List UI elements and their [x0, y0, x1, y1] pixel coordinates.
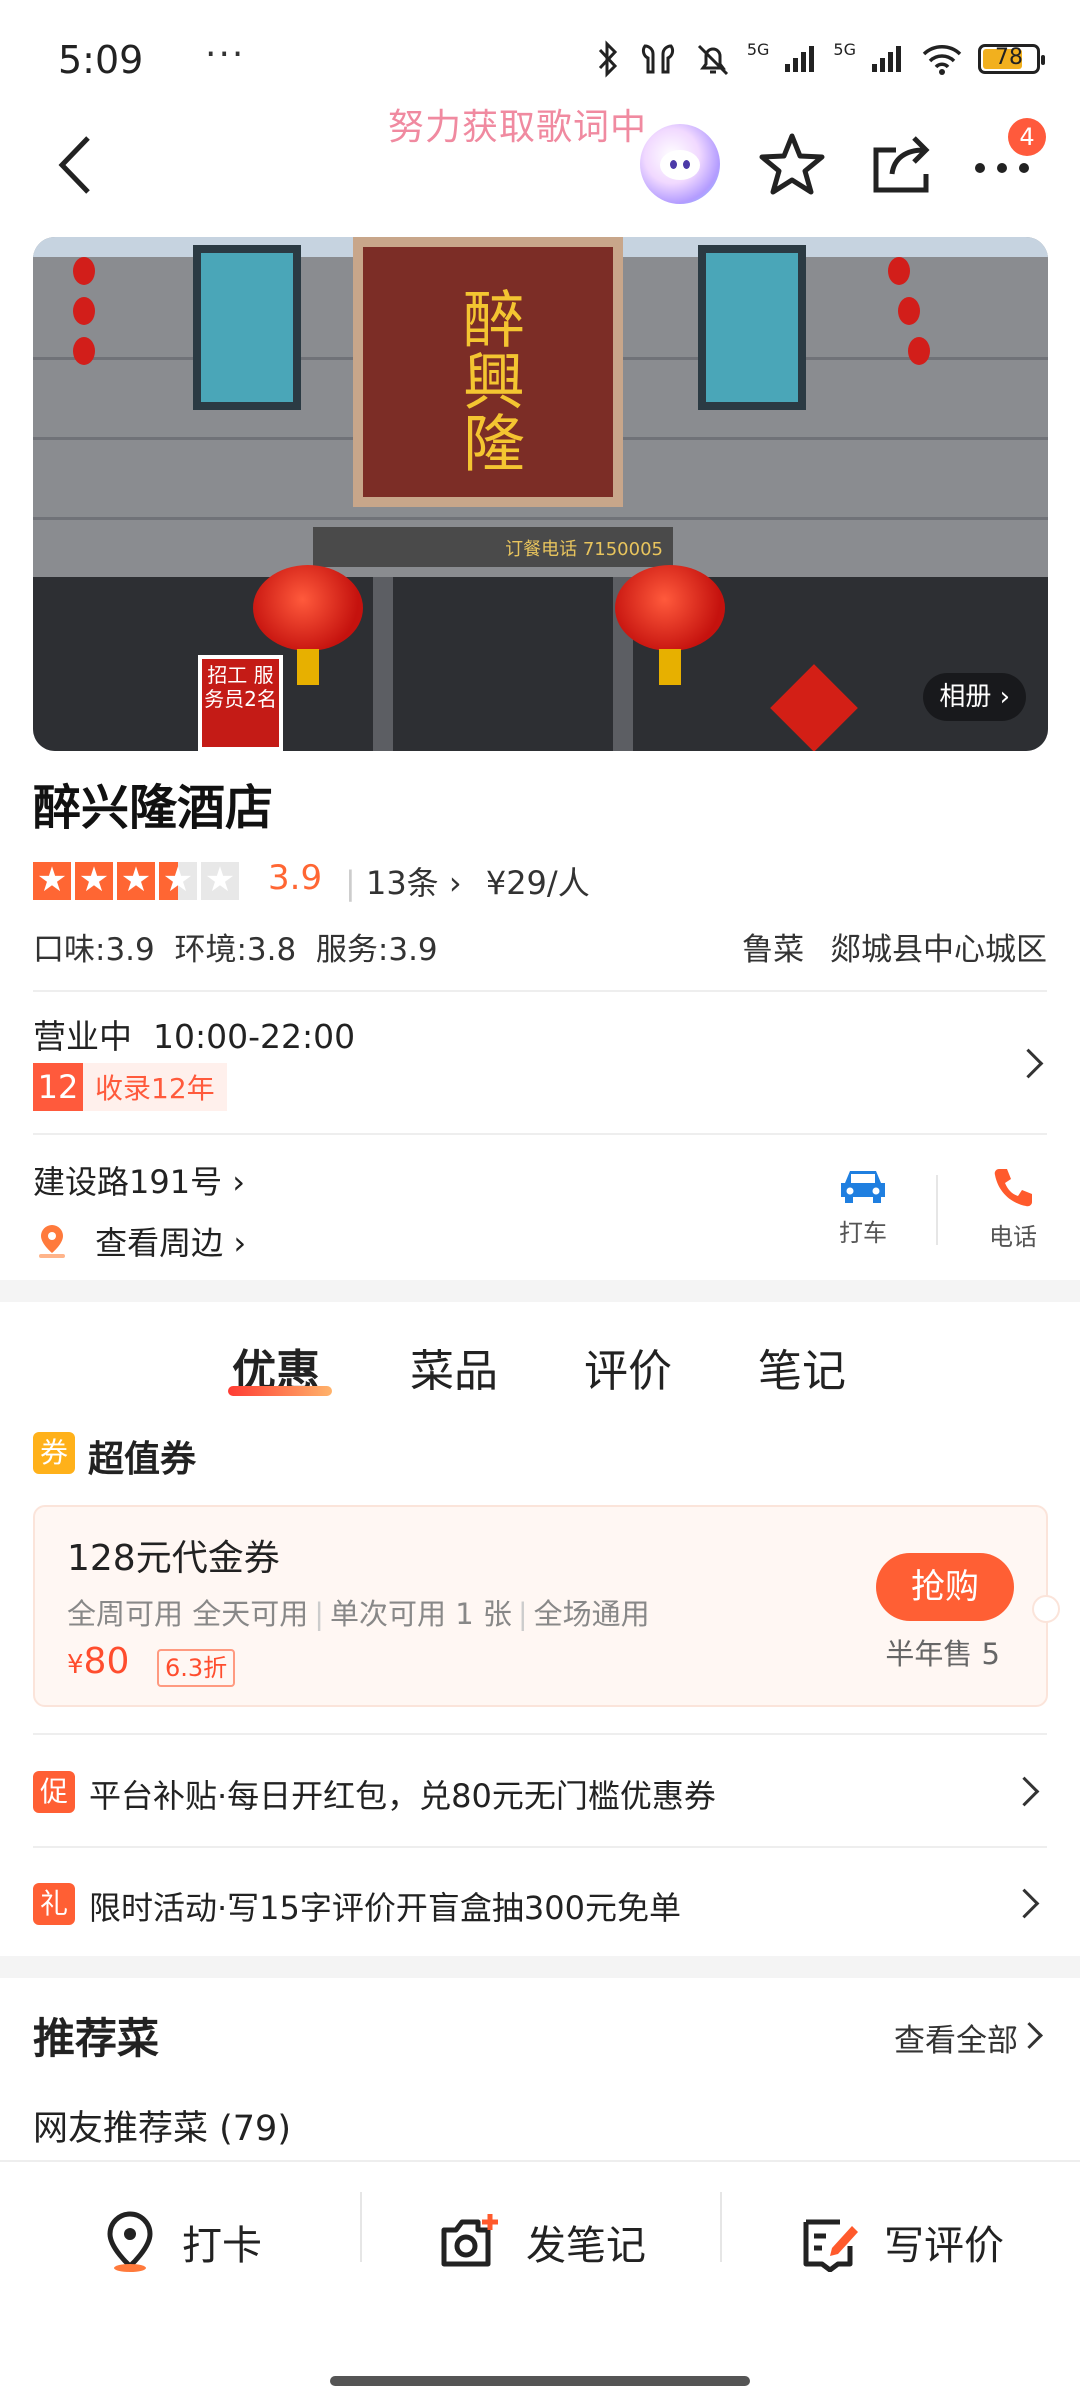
business-hours: 营业中 10:00-22:00 [33, 1017, 356, 1056]
assistant-avatar-icon[interactable] [640, 124, 720, 204]
status-icons: 5G 5G 78 [593, 39, 1045, 78]
promo-icon: 礼 [33, 1883, 75, 1925]
rating-score: 3.9 [268, 858, 323, 898]
nearby-text: 查看周边 [95, 1224, 224, 1262]
tab-active-indicator [228, 1386, 332, 1396]
coupon-price: ¥80 [67, 1641, 129, 1682]
album-label: 相册 [939, 682, 992, 712]
tab-dishes[interactable]: 菜品 [410, 1335, 498, 1399]
price-per-person: ¥29/人 [485, 864, 590, 902]
buy-button[interactable]: 抢购 [876, 1553, 1014, 1621]
cuisine: 鲁菜 [742, 932, 805, 968]
coupon-section-title: 超值券 [88, 1439, 197, 1480]
mute-icon [697, 44, 728, 76]
wifi-icon [922, 45, 962, 75]
promo-text: 平台补贴·每日开红包，兑80元无门槛优惠券 [89, 1777, 716, 1815]
shop-sign: 醉興隆 [353, 237, 623, 507]
status-more-icon: ··· [205, 34, 246, 75]
battery-icon: 78 [978, 44, 1045, 74]
bottom-action-bar: 打卡 发笔记 写评价 [0, 2160, 1080, 2402]
chevron-right-icon [1009, 1888, 1040, 1919]
star-empty-icon [201, 859, 239, 901]
years-num: 12 [33, 1063, 83, 1111]
recruit-sign: 招工 服务员2名 [198, 655, 283, 751]
recommend-title: 推荐菜 [33, 2014, 160, 2063]
back-icon[interactable] [48, 128, 108, 202]
notification-badge: 4 [1008, 118, 1046, 156]
recommend-subtitle: 网友推荐菜 (79) [33, 2109, 291, 2149]
phone-icon [994, 1169, 1032, 1207]
star-icon [75, 859, 113, 901]
location-pin-icon [107, 2211, 153, 2272]
coupon-desc-limit: 单次可用 1 张 [330, 1597, 512, 1631]
address-link[interactable]: 建设路191号 › [33, 1157, 245, 1203]
hours-chevron-icon[interactable] [1013, 1048, 1044, 1079]
sub-scores: 口味:3.9 环境:3.8 服务:3.9 [33, 932, 438, 968]
coupon-desc: 全周可用 全天可用 | 单次可用 1 张 | 全场通用 [67, 1597, 650, 1631]
coupon-desc-availability: 全周可用 全天可用 [67, 1597, 309, 1631]
coupon-icon: 券 [33, 1432, 75, 1474]
view-all-link[interactable]: 查看全部 [894, 2015, 1018, 2060]
coupon-currency: ¥ [67, 1650, 84, 1680]
years-label: 收录12年 [95, 1072, 215, 1105]
star-icon [33, 859, 71, 901]
edit-review-icon [803, 2219, 858, 2272]
network-5g-label-2: 5G [833, 39, 856, 59]
tab-notes[interactable]: 笔记 [758, 1335, 846, 1399]
coupon-card[interactable]: 128元代金券 全周可用 全天可用 | 单次可用 1 张 | 全场通用 ¥80 6.3折… [33, 1505, 1060, 1707]
shop-photo[interactable]: 醉興隆 订餐电话 7150005 招工 服务员2名 相册 › [33, 237, 1048, 751]
write-review-button[interactable]: 写评价 [800, 2202, 1004, 2282]
tab-reviews[interactable]: 评价 [584, 1335, 672, 1399]
promo-row-subsidy[interactable]: 促 平台补贴·每日开红包，兑80元无门槛优惠券 [33, 1741, 1047, 1841]
network-5g-label: 5G [746, 39, 770, 59]
star-half-icon [159, 859, 197, 901]
favorite-star-icon[interactable] [756, 128, 828, 200]
phone-label: 电话 [989, 1223, 1037, 1251]
bluetooth-icon [598, 40, 617, 78]
address-text: 建设路191号 [33, 1163, 223, 1201]
taxi-button[interactable]: 打车 [818, 1165, 908, 1248]
shop-sign-text: 醉興隆 [452, 287, 525, 473]
promo-text: 限时活动·写15字评价开盲盒抽300元免单 [89, 1889, 681, 1927]
review-count: 13条 [365, 864, 439, 902]
review-link[interactable]: | 13条 › ¥29/人 [345, 858, 590, 904]
share-icon[interactable] [866, 128, 938, 200]
battery-level: 78 [995, 45, 1023, 70]
status-time: 5:09 [58, 38, 144, 82]
location-pin-icon [39, 1225, 65, 1258]
album-button[interactable]: 相册 › [923, 673, 1026, 721]
phone-sign: 订餐电话 7150005 [505, 539, 663, 560]
area: 郯城县中心城区 [830, 932, 1047, 968]
coupon-discount: 6.3折 [157, 1649, 236, 1687]
coupon-title: 128元代金券 [67, 1538, 280, 1579]
signal-icon [785, 46, 815, 72]
home-indicator[interactable] [330, 2376, 750, 2386]
signal-icon-2 [872, 46, 901, 72]
checkin-label: 打卡 [182, 2223, 262, 2269]
rating-stars [33, 859, 239, 901]
lyric-banner: 努力获取歌词中 [388, 107, 648, 148]
coupon-desc-scope: 全场通用 [533, 1597, 650, 1631]
view-all-chevron-icon[interactable] [1016, 2022, 1043, 2049]
taxi-car-icon [841, 1171, 885, 1203]
checkin-button[interactable]: 打卡 [100, 2202, 262, 2282]
years-tag: 12 收录12年 [33, 1063, 227, 1111]
star-icon [117, 859, 155, 901]
camera-plus-icon [441, 2214, 498, 2267]
promo-icon: 促 [33, 1771, 75, 1813]
taxi-label: 打车 [839, 1219, 887, 1247]
view-all-label: 查看全部 [894, 2023, 1018, 2059]
earbuds-icon [641, 44, 674, 74]
shop-name: 醉兴隆酒店 [33, 780, 274, 836]
region-info[interactable]: 鲁菜 郯城县中心城区 [742, 924, 1047, 969]
write-review-label: 写评价 [884, 2223, 1004, 2269]
call-button[interactable]: 电话 [968, 1165, 1058, 1252]
post-note-label: 发笔记 [526, 2223, 646, 2269]
chevron-right-icon [1009, 1776, 1040, 1807]
coupon-sold: 半年售 5 [885, 1637, 1000, 1671]
promo-row-activity[interactable]: 礼 限时活动·写15字评价开盲盒抽300元免单 [33, 1853, 1047, 1953]
nearby-link[interactable]: 查看周边 › [33, 1218, 246, 1264]
post-note-button[interactable]: 发笔记 [438, 2202, 646, 2282]
coupon-price-value: 80 [83, 1641, 130, 1682]
